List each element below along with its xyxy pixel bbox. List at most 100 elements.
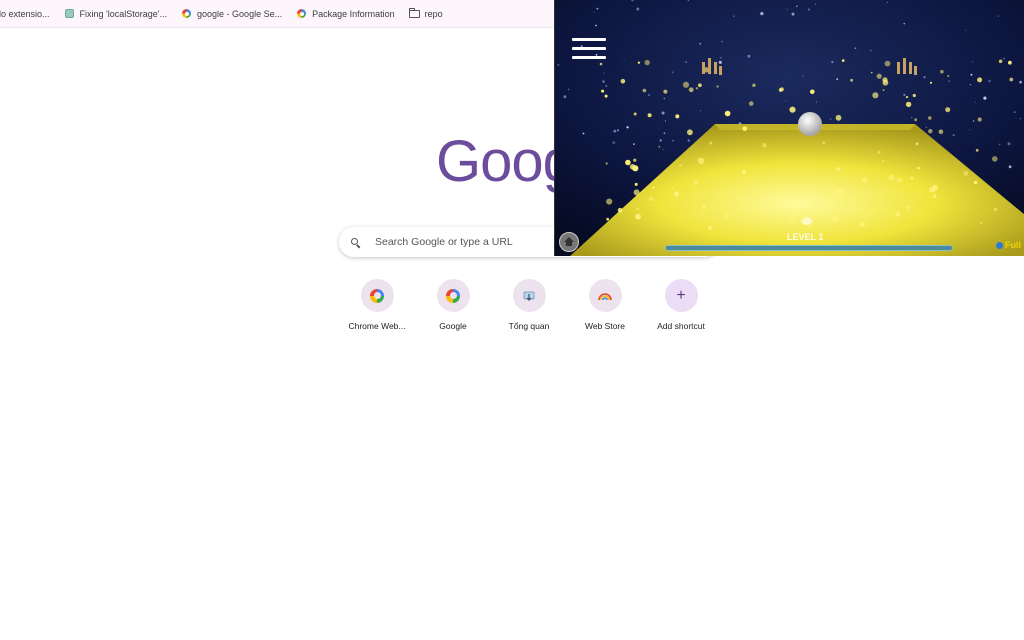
sparkle	[992, 156, 998, 162]
sparkle	[1008, 60, 1012, 65]
sparkle	[620, 78, 626, 84]
sparkle	[912, 93, 916, 98]
sparkle	[977, 117, 982, 122]
star	[791, 12, 795, 16]
sparkle	[682, 81, 690, 88]
sparkle	[882, 77, 888, 83]
star	[602, 80, 605, 83]
download-icon	[512, 279, 546, 312]
sparkle	[773, 211, 778, 216]
bookmark-label: repo	[424, 8, 443, 19]
sparkle	[742, 126, 748, 131]
star	[969, 129, 971, 131]
shortcut-label: Web Store	[584, 321, 625, 331]
star	[603, 72, 605, 74]
star	[626, 126, 629, 129]
sparkle	[876, 73, 882, 79]
bookmark-google-search[interactable]: google - Google Se...	[174, 8, 289, 19]
star	[1008, 165, 1012, 169]
sparkle	[870, 71, 873, 74]
star	[685, 61, 687, 63]
sparkle	[938, 129, 944, 135]
sparkle	[947, 74, 950, 78]
star	[783, 82, 785, 83]
star	[663, 132, 666, 134]
google-icon	[296, 8, 307, 19]
star	[595, 24, 597, 27]
sparkle	[915, 142, 919, 146]
star	[593, 11, 595, 13]
bookmark-repo-folder[interactable]: repo	[402, 7, 450, 19]
star	[886, 1, 889, 4]
fullscreen-icon	[996, 241, 1003, 249]
sparkle	[822, 141, 826, 145]
sparkle	[633, 143, 635, 146]
shortcut-tong-quan[interactable]: Tổng quan	[491, 279, 567, 331]
google-icon	[181, 8, 192, 19]
sparkle	[841, 59, 845, 62]
shortcut-label: Add shortcut	[657, 321, 705, 331]
sparkle	[905, 101, 912, 108]
star	[661, 111, 665, 115]
star	[718, 60, 722, 64]
sparkle	[679, 164, 682, 167]
sparkle	[980, 221, 983, 224]
sparkle	[910, 176, 914, 180]
star	[808, 8, 810, 11]
star	[582, 132, 585, 135]
shortcut-google[interactable]: Google	[415, 279, 491, 331]
star	[970, 73, 973, 76]
game-window[interactable]: LEVEL 1 Full	[554, 0, 1024, 256]
star	[1003, 57, 1005, 60]
shortcut-label: Google	[439, 321, 467, 331]
sparkle	[722, 213, 729, 220]
sparkle	[752, 83, 756, 88]
fullscreen-button[interactable]: Full	[996, 240, 1021, 250]
hamburger-menu-icon[interactable]	[572, 38, 606, 60]
sparkle	[642, 88, 647, 93]
star	[671, 71, 674, 74]
star	[1019, 118, 1022, 120]
sparkle	[836, 167, 840, 171]
bookmark-package-information[interactable]: Package Information	[289, 8, 402, 19]
star	[971, 61, 974, 63]
sparkle	[932, 194, 937, 199]
sparkle	[658, 145, 661, 148]
sparkle	[932, 189, 936, 192]
star	[998, 143, 1001, 146]
sparkle	[716, 85, 719, 88]
sparkle	[601, 89, 605, 93]
star	[836, 78, 839, 80]
star	[648, 94, 650, 96]
sparkle	[633, 189, 640, 196]
star	[969, 84, 972, 86]
bookmark-extensions[interactable]: do extensio...	[0, 9, 57, 19]
shortcut-chrome-web-store[interactable]: Chrome Web...	[339, 279, 415, 331]
star	[997, 15, 1000, 17]
star	[563, 95, 567, 99]
game-scene	[555, 0, 1024, 256]
star	[1007, 142, 1011, 146]
sparkle	[977, 77, 983, 83]
sparkle	[605, 162, 608, 165]
sparkle	[789, 217, 795, 223]
shortcut-web-store[interactable]: Web Store	[567, 279, 643, 331]
add-shortcut-button[interactable]: + Add shortcut	[643, 279, 719, 331]
bookmark-localstorage[interactable]: Fixing 'localStorage'...	[57, 8, 174, 19]
star	[596, 7, 599, 10]
star	[720, 57, 722, 59]
sparkle	[629, 164, 636, 170]
sparkle	[945, 107, 951, 113]
sparkle	[637, 61, 641, 64]
star	[636, 7, 640, 11]
sparkle	[724, 110, 731, 117]
sparkle	[836, 188, 843, 195]
bookmark-label: do extensio...	[0, 8, 50, 19]
home-button[interactable]	[559, 232, 579, 252]
page-icon	[64, 8, 75, 19]
folder-icon	[408, 7, 420, 19]
sparkle	[928, 116, 932, 120]
star	[732, 15, 735, 18]
sparkle	[963, 170, 969, 176]
star	[965, 29, 967, 31]
